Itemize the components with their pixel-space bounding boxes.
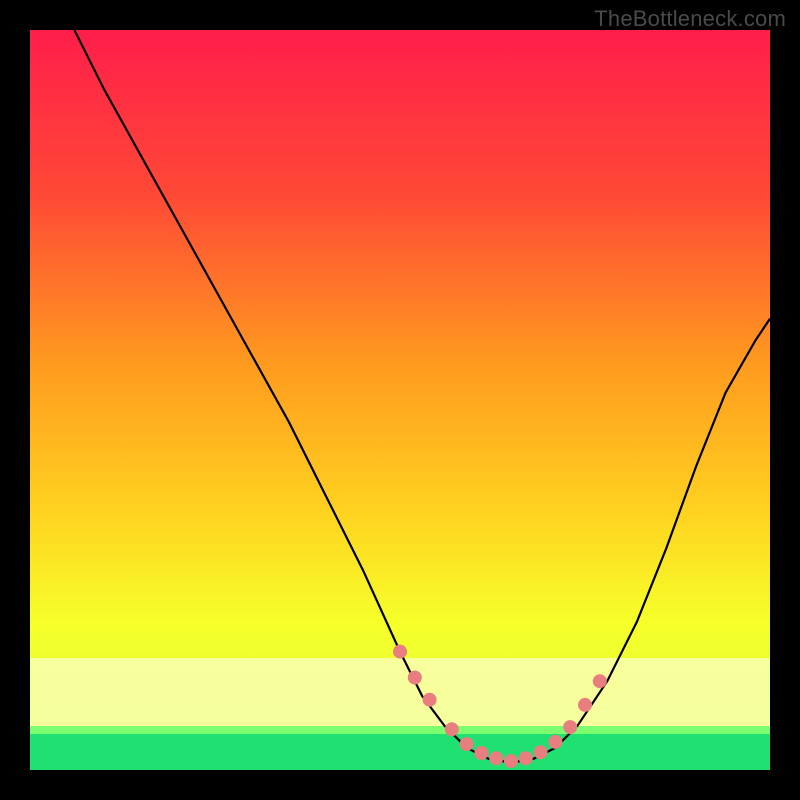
marker-dot	[563, 720, 577, 734]
marker-dot	[548, 735, 562, 749]
marker-dot	[460, 737, 474, 751]
marker-dot	[445, 722, 459, 736]
marker-dot	[578, 698, 592, 712]
chart-svg	[30, 30, 770, 770]
watermark-label: TheBottleneck.com	[594, 6, 786, 32]
marker-dot	[408, 671, 422, 685]
green-band-highlight	[30, 726, 770, 734]
green-band	[30, 730, 770, 770]
marker-dot	[489, 751, 503, 765]
marker-dot	[593, 674, 607, 688]
marker-dot	[474, 746, 488, 760]
marker-dot	[393, 645, 407, 659]
marker-dot	[504, 754, 518, 768]
marker-dot	[534, 745, 548, 759]
chart-plot	[30, 30, 770, 770]
pale-band	[30, 658, 770, 730]
marker-dot	[519, 751, 533, 765]
marker-dot	[423, 693, 437, 707]
chart-frame: TheBottleneck.com	[0, 0, 800, 800]
